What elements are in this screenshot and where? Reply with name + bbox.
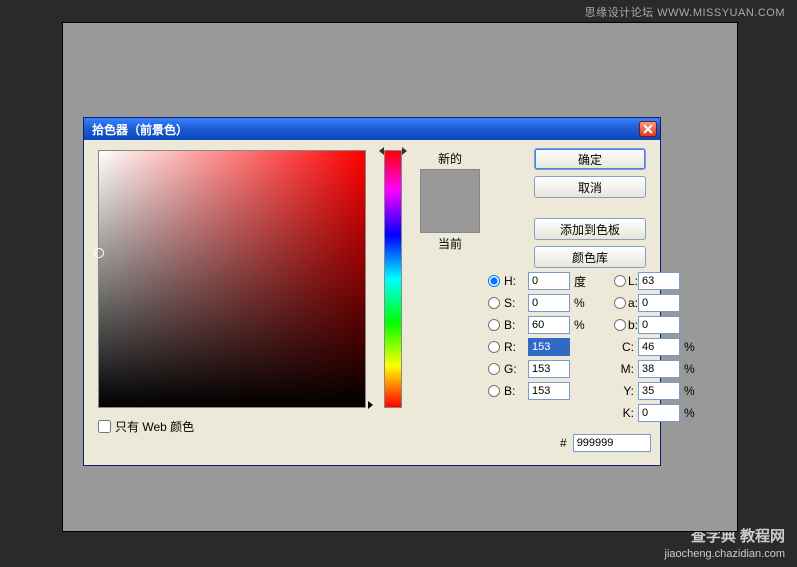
y-field[interactable] [638,382,680,400]
g-radio[interactable] [488,363,500,375]
m-field[interactable] [638,360,680,378]
b-hsb-field[interactable] [528,316,570,334]
color-field-marker [94,248,104,258]
r-radio[interactable] [488,341,500,353]
k-label: K: [614,406,636,420]
s-label: S: [504,296,526,310]
hue-marker-icon [379,147,407,155]
b-lab-radio[interactable] [614,319,626,331]
b-lab-field[interactable] [638,316,680,334]
r-field[interactable] [528,338,570,356]
ok-button[interactable]: 确定 [534,148,646,170]
s-radio[interactable] [488,297,500,309]
c-label: C: [614,340,636,354]
color-field[interactable] [98,150,366,408]
b-hsb-unit: % [572,318,588,332]
close-icon [643,124,653,134]
l-radio[interactable] [614,275,626,287]
add-to-swatches-button[interactable]: 添加到色板 [534,218,646,240]
g-label: G: [504,362,526,376]
l-field[interactable] [638,272,680,290]
m-unit: % [682,362,696,376]
b-rgb-radio[interactable] [488,385,500,397]
h-radio[interactable] [488,275,500,287]
y-label: Y: [614,384,636,398]
hex-prefix: # [560,436,567,450]
a-radio[interactable] [614,297,626,309]
h-label: H: [504,274,526,288]
color-libraries-button[interactable]: 颜色库 [534,246,646,268]
current-color-swatch[interactable] [421,201,479,232]
new-color-swatch[interactable] [421,170,479,201]
c-field[interactable] [638,338,680,356]
a-field[interactable] [638,294,680,312]
b-rgb-label: B: [504,384,526,398]
web-colors-only-input[interactable] [98,420,111,433]
color-picker-dialog: 拾色器（前景色） 只有 Web 颜色 新的 [83,117,661,466]
b-hsb-label: B: [504,318,526,332]
web-colors-only-label: 只有 Web 颜色 [115,418,194,435]
b-rgb-field[interactable] [528,382,570,400]
color-field-arrow-icon [366,150,374,408]
hue-slider[interactable] [384,150,402,408]
web-colors-only-checkbox[interactable]: 只有 Web 颜色 [98,418,402,435]
dialog-title: 拾色器（前景色） [92,121,188,138]
cancel-button[interactable]: 取消 [534,176,646,198]
s-field[interactable] [528,294,570,312]
r-label: R: [504,340,526,354]
y-unit: % [682,384,696,398]
a-label: a: [628,296,638,310]
g-field[interactable] [528,360,570,378]
b-lab-label: b: [628,318,638,332]
h-unit: 度 [572,273,588,290]
watermark-bottom: 查字典 教程网 jiaocheng.chazidian.com [665,527,785,561]
c-unit: % [682,340,696,354]
close-button[interactable] [639,121,657,137]
h-field[interactable] [528,272,570,290]
k-field[interactable] [638,404,680,422]
hex-field[interactable] [573,434,651,452]
b-hsb-radio[interactable] [488,319,500,331]
k-unit: % [682,406,696,420]
color-swatch [420,169,480,233]
s-unit: % [572,296,588,310]
l-label: L: [628,274,638,288]
current-color-label: 当前 [438,235,462,252]
watermark-url: jiaocheng.chazidian.com [665,547,785,561]
m-label: M: [614,362,636,376]
watermark-top: 思缘设计论坛 WWW.MISSYUAN.COM [585,4,785,20]
new-color-label: 新的 [438,150,462,167]
titlebar[interactable]: 拾色器（前景色） [84,118,660,140]
